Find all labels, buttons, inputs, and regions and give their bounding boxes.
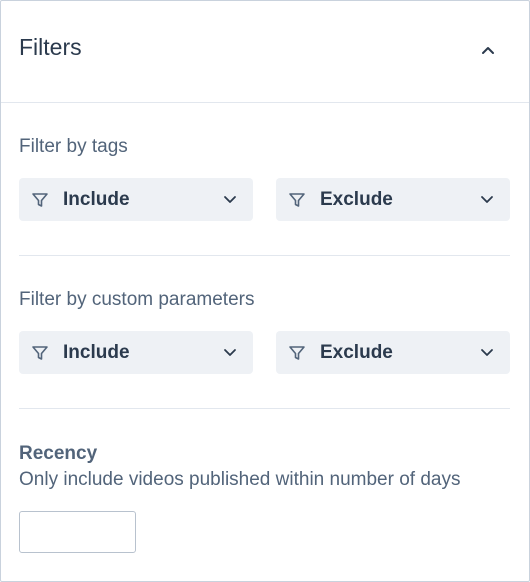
tags-filter-row: Include Exclude bbox=[19, 178, 510, 221]
tags-filter-section: Filter by tags Include Exclude bbox=[19, 136, 510, 221]
custom-params-exclude-dropdown[interactable]: Exclude bbox=[276, 331, 510, 374]
chevron-down-icon bbox=[480, 345, 496, 361]
panel-title: Filters bbox=[19, 34, 82, 60]
recency-description: Only include videos published within num… bbox=[19, 469, 461, 490]
recency-title: Recency bbox=[19, 443, 98, 464]
custom-params-filter-label: Filter by custom parameters bbox=[19, 289, 255, 310]
funnel-icon bbox=[288, 343, 308, 363]
recency-section: Recency Only include videos published wi… bbox=[19, 443, 510, 553]
chevron-down-icon bbox=[223, 345, 239, 361]
custom-params-exclude-label: Exclude bbox=[320, 341, 393, 363]
section-divider bbox=[19, 255, 510, 256]
custom-params-filter-section: Filter by custom parameters Include Excl… bbox=[19, 289, 510, 374]
tags-include-label: Include bbox=[63, 188, 130, 210]
chevron-down-icon bbox=[223, 192, 239, 208]
section-divider bbox=[19, 408, 510, 409]
tags-exclude-label: Exclude bbox=[320, 188, 393, 210]
filters-header: Filters bbox=[1, 1, 529, 103]
collapse-button[interactable] bbox=[477, 39, 499, 61]
chevron-down-icon bbox=[480, 192, 496, 208]
recency-days-input[interactable] bbox=[19, 511, 136, 553]
custom-params-include-label: Include bbox=[63, 341, 130, 363]
tags-include-dropdown[interactable]: Include bbox=[19, 178, 253, 221]
tags-exclude-dropdown[interactable]: Exclude bbox=[276, 178, 510, 221]
funnel-icon bbox=[31, 343, 51, 363]
custom-params-filter-row: Include Exclude bbox=[19, 331, 510, 374]
funnel-icon bbox=[288, 190, 308, 210]
filters-panel: Filters Filter by tags Include Exclude F… bbox=[0, 0, 530, 582]
custom-params-include-dropdown[interactable]: Include bbox=[19, 331, 253, 374]
tags-filter-label: Filter by tags bbox=[19, 136, 128, 157]
chevron-up-icon bbox=[482, 47, 494, 54]
funnel-icon bbox=[31, 190, 51, 210]
